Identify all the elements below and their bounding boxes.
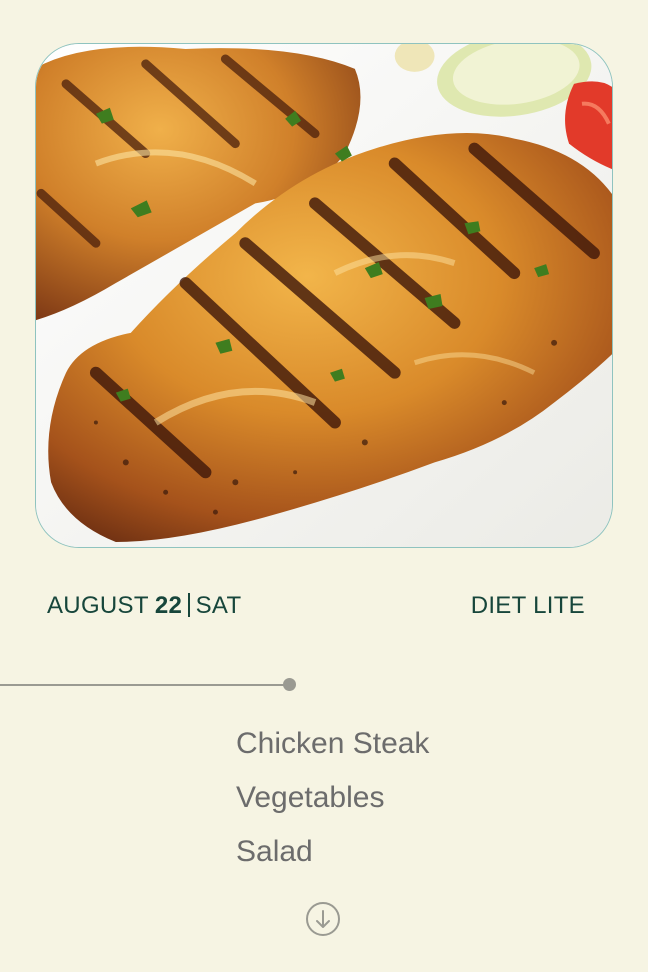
date-weekday: SAT [195,592,242,619]
arrow-down-circle-icon [306,902,340,936]
timeline-dot [283,678,296,691]
menu-item-salad: Salad [236,835,313,868]
grilled-chicken-illustration [36,44,612,547]
meal-meta-row: AUGUST 22 SAT DIET LITE [47,590,585,622]
date-month: AUGUST [47,592,149,619]
scroll-down-button[interactable] [305,901,341,937]
meal-photo[interactable] [35,43,613,548]
meal-menu-list: Chicken Steak Vegetables Salad [236,726,429,888]
timeline-line [0,684,288,686]
meal-date: AUGUST 22 SAT [47,592,241,620]
menu-item-chicken-steak: Chicken Steak [236,727,430,760]
menu-item-vegetables: Vegetables [236,781,385,814]
diet-plan-label: DIET LITE [470,592,585,619]
date-day: 22 [154,592,183,619]
date-divider [188,593,190,617]
